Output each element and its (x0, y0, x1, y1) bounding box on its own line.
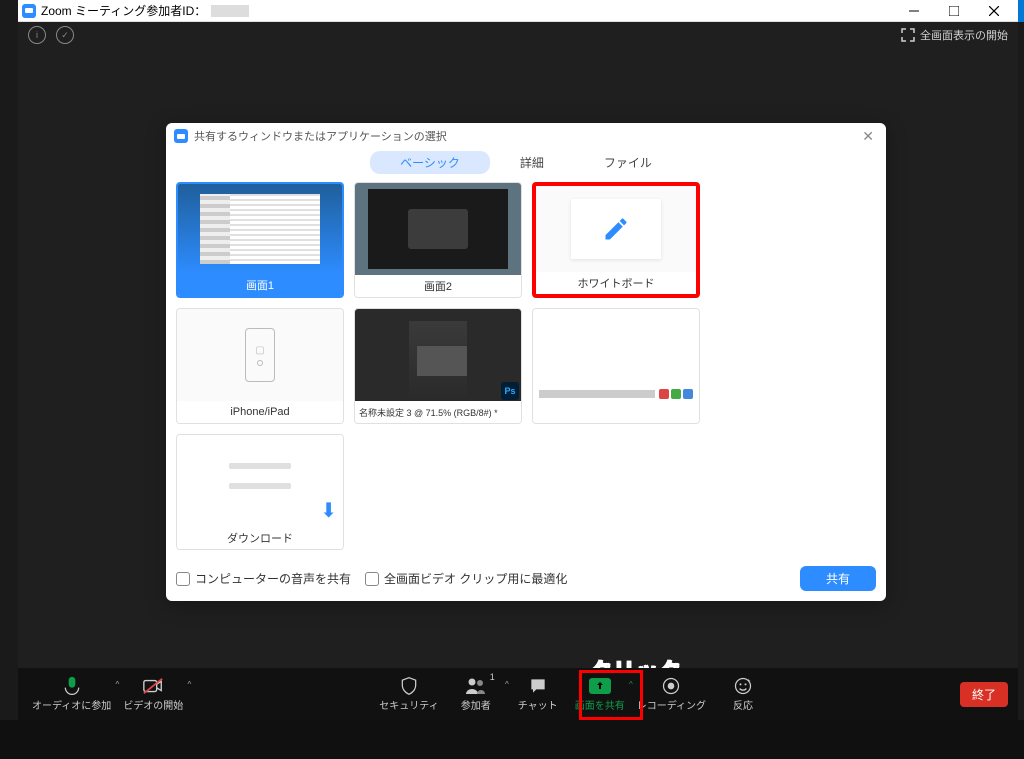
participant-id-mask (211, 5, 249, 17)
share-option-app[interactable] (532, 308, 700, 424)
share-option-whiteboard[interactable]: ホワイトボード (532, 182, 700, 298)
zoom-window: Zoom ミーティング参加者ID： i ✓ 全画面表示の開始 共有するウィンドウ… (18, 0, 1018, 720)
maximize-button[interactable] (934, 1, 974, 21)
fullscreen-button[interactable]: 全画面表示の開始 (901, 27, 1008, 43)
share-button[interactable]: 共有 (800, 566, 876, 591)
download-thumbnail (177, 435, 343, 527)
chevron-up-icon[interactable]: ^ (188, 680, 192, 689)
share-audio-checkbox[interactable]: コンピューターの音声を共有 (176, 570, 351, 587)
tab-basic[interactable]: ベーシック (370, 151, 490, 174)
zoom-logo-icon (22, 4, 36, 18)
share-option-iphone[interactable]: ▢ iPhone/iPad (176, 308, 344, 424)
close-icon[interactable]: ✕ (858, 128, 878, 145)
info-icon[interactable]: i (28, 26, 46, 44)
minimize-button[interactable] (894, 1, 934, 21)
windows-taskbar (0, 720, 1024, 759)
share-option-screen2[interactable]: 画面2 (354, 182, 522, 298)
share-option-download[interactable]: ⬇ ダウンロード (176, 434, 344, 550)
whiteboard-thumbnail (536, 186, 696, 272)
tab-file[interactable]: ファイル (574, 151, 682, 174)
end-meeting-button[interactable]: 終了 (960, 682, 1008, 707)
optimize-video-checkbox[interactable]: 全画面ビデオ クリップ用に最適化 (365, 570, 567, 587)
reactions-button[interactable]: + 反応 (714, 674, 772, 714)
record-button[interactable]: レコーディング (633, 674, 710, 714)
join-audio-button[interactable]: オーディオに参加 ^ (28, 674, 115, 714)
zoom-logo-icon (174, 129, 188, 143)
screen1-thumbnail (178, 184, 342, 274)
participants-count: 1 (490, 672, 495, 682)
share-dialog: 共有するウィンドウまたはアプリケーションの選択 ✕ ベーシック 詳細 ファイル … (166, 123, 886, 601)
svg-text:+: + (747, 678, 751, 684)
window-title: Zoom ミーティング参加者ID： (41, 2, 206, 19)
security-button[interactable]: セキュリティ (375, 674, 442, 714)
share-option-photoshop[interactable]: Ps 名称未設定 3 @ 71.5% (RGB/8#) * (354, 308, 522, 424)
titlebar: Zoom ミーティング参加者ID： (18, 0, 1018, 22)
share-option-screen1[interactable]: 画面1 (176, 182, 344, 298)
screen2-thumbnail (355, 183, 521, 275)
chat-button[interactable]: チャット (509, 674, 567, 714)
download-arrow-icon: ⬇ (320, 498, 337, 523)
dialog-title: 共有するウィンドウまたはアプリケーションの選択 (194, 128, 447, 144)
tab-advanced[interactable]: 詳細 (490, 151, 574, 174)
participants-button[interactable]: 参加者 1 ^ (447, 674, 505, 714)
meeting-info-bar: i ✓ 全画面表示の開始 (18, 22, 1018, 48)
close-button[interactable] (974, 1, 1014, 21)
photoshop-icon: Ps (501, 382, 519, 400)
photoshop-thumbnail (355, 309, 521, 401)
iphone-thumbnail: ▢ (177, 309, 343, 401)
share-screen-button[interactable]: 画面を共有 ^ (571, 674, 629, 714)
shield-icon[interactable]: ✓ (56, 26, 74, 44)
start-video-button[interactable]: ビデオの開始 ^ (119, 674, 187, 714)
meeting-toolbar: オーディオに参加 ^ ビデオの開始 ^ セキュリティ 参加者 1 ^ チャット … (18, 668, 1018, 720)
